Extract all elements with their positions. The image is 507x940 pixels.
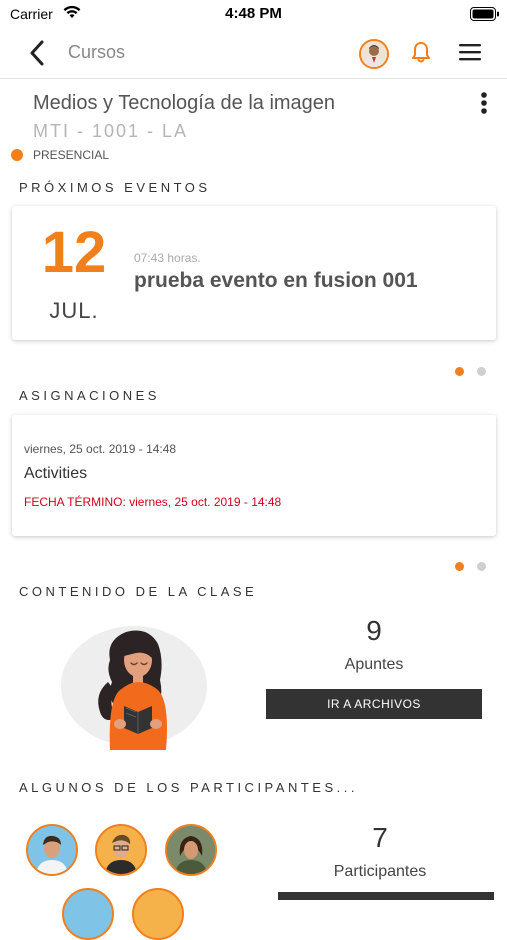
user-avatar[interactable] [359,39,389,69]
assignment-card[interactable]: viernes, 25 oct. 2019 - 14:48 Activities… [12,415,496,536]
battery-icon [470,7,500,26]
back-label[interactable]: Cursos [68,42,125,63]
more-options-icon[interactable] [474,90,494,120]
go-to-files-button[interactable]: IR A ARCHIVOS [266,689,482,719]
bell-icon[interactable] [410,40,432,69]
event-card[interactable]: 12 JUL. 07:43 horas. prueba evento en fu… [12,206,496,340]
assignment-date: viernes, 25 oct. 2019 - 14:48 [24,442,177,456]
notes-label: Apuntes [344,656,404,673]
assignment-name: Activities [24,465,88,482]
participants-section-title: ALGUNOS DE LOS PARTICIPANTES... [19,780,358,795]
content-section-title: CONTENIDO DE LA CLASE [19,584,258,599]
event-day: 12 [41,220,107,285]
participant-avatar[interactable] [26,824,78,876]
events-page-dot-active[interactable] [455,367,464,376]
status-bar: Carrier 4:48 PM [0,0,507,28]
event-name: prueba evento en fusion 001 [134,269,418,292]
participants-label: Participantes [333,863,427,880]
course-code: MTI - 1001 - LA [33,121,189,141]
participant-avatar[interactable] [62,888,114,940]
notes-count: 9 [366,615,382,646]
reading-woman-illustration [60,620,210,750]
events-page-dot[interactable] [477,367,486,376]
events-section-title: PRÓXIMOS EVENTOS [19,180,211,195]
modality-label: PRESENCIAL [33,148,110,162]
event-month: JUL. [49,298,99,323]
assignments-page-dot[interactable] [477,562,486,571]
hamburger-menu-icon[interactable] [459,42,481,67]
participant-avatar[interactable] [132,888,184,940]
clock: 4:48 PM [225,5,282,22]
nav-bar: Cursos [0,28,507,79]
event-time: 07:43 horas. [134,251,201,265]
see-participants-button[interactable] [278,892,494,900]
assignment-due-date: FECHA TÉRMINO: viernes, 25 oct. 2019 - 1… [24,495,282,509]
course-title: Medios y Tecnología de la imagen [33,92,336,114]
back-chevron-icon[interactable] [26,38,50,68]
assignments-section-title: ASIGNACIONES [19,388,160,403]
participant-avatar[interactable] [95,824,147,876]
modality-status-dot [11,149,23,161]
assignments-page-dot-active[interactable] [455,562,464,571]
participants-count: 7 [372,822,388,853]
participant-avatar[interactable] [165,824,217,876]
